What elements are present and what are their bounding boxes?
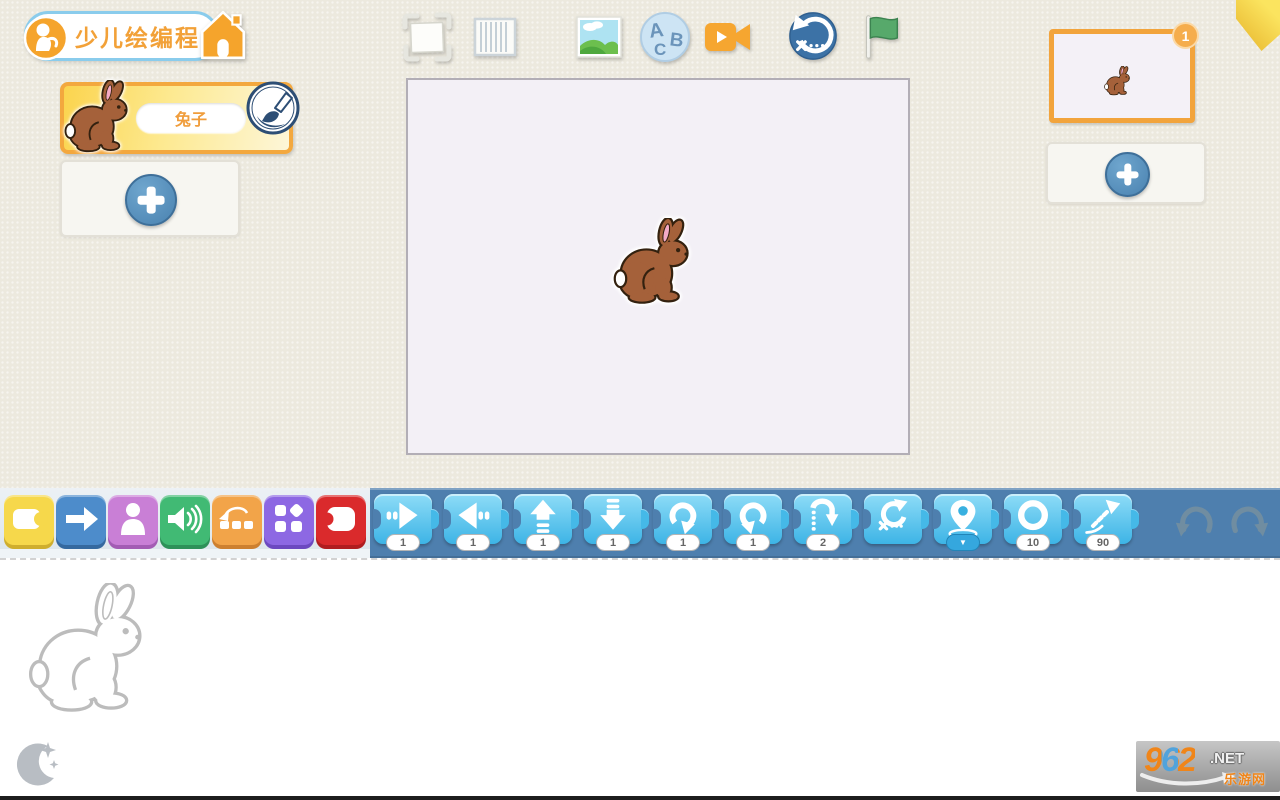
script-canvas[interactable] — [0, 558, 1280, 796]
block-value[interactable]: 1 — [596, 534, 630, 551]
turn-left-icon — [731, 497, 775, 537]
bottom-edge-bar — [0, 796, 1280, 800]
category-control-button[interactable] — [212, 495, 262, 545]
category-end-button[interactable] — [316, 495, 366, 545]
go-home-icon — [871, 497, 915, 537]
reset-characters-icon — [787, 10, 839, 62]
person-icon — [111, 497, 155, 541]
block-turn-right[interactable]: 1 — [654, 494, 712, 544]
category-trigger-button[interactable] — [4, 495, 54, 545]
category-looks-button[interactable] — [108, 495, 158, 545]
block-value[interactable]: 1 — [666, 534, 700, 551]
text-abc-icon: A C B — [638, 10, 692, 64]
block-go-to-position[interactable]: ▼ — [934, 494, 992, 544]
page-thumbnail[interactable] — [1049, 29, 1195, 123]
add-character-button[interactable] — [125, 174, 177, 226]
block-turn-left[interactable]: 1 — [724, 494, 782, 544]
trigger-block-icon — [7, 497, 51, 541]
svg-text:B: B — [668, 29, 684, 52]
add-page-panel — [1046, 142, 1206, 204]
fullscreen-icon — [400, 10, 454, 64]
stage-rabbit-sprite[interactable] — [613, 207, 701, 317]
character-name: 兔子 — [136, 103, 246, 133]
page-number-badge: 1 — [1172, 22, 1199, 49]
block-move-right[interactable]: 1 — [374, 494, 432, 544]
block-value[interactable]: 10 — [1016, 534, 1050, 551]
add-text-button[interactable]: A C B — [638, 10, 692, 64]
block-value[interactable]: 1 — [526, 534, 560, 551]
block-go-home[interactable] — [864, 494, 922, 544]
move-down-icon — [591, 497, 635, 537]
block-value[interactable]: 1 — [386, 534, 420, 551]
rabbit-outline-sketch — [28, 578, 160, 720]
circle-path-icon — [1011, 497, 1055, 537]
night-mode-button[interactable] — [10, 734, 66, 790]
block-value[interactable]: 90 — [1086, 534, 1120, 551]
mascot-icon — [23, 15, 69, 61]
fullscreen-button[interactable] — [400, 10, 454, 64]
add-page-button[interactable] — [1105, 152, 1150, 197]
category-motion-button[interactable] — [56, 495, 106, 545]
shapes-grid-icon — [267, 497, 311, 541]
redo-button[interactable] — [1228, 502, 1272, 540]
redo-icon — [1228, 502, 1272, 540]
move-up-icon — [521, 497, 565, 537]
block-toolbar: 1 1 1 1 — [0, 488, 1280, 558]
reset-characters-button[interactable] — [786, 10, 840, 64]
watermark-swoosh-icon — [1138, 769, 1238, 789]
moon-icon — [10, 734, 66, 790]
category-sound-button[interactable] — [160, 495, 210, 545]
paintbrush-icon — [245, 80, 301, 136]
block-hop[interactable]: 2 — [794, 494, 852, 544]
location-pin-icon — [941, 497, 985, 539]
grid-icon — [468, 10, 522, 64]
watermark-tld: .NET — [1210, 750, 1244, 767]
block-position-dropdown[interactable]: ▼ — [946, 534, 980, 551]
block-move-left[interactable]: 1 — [444, 494, 502, 544]
stage[interactable] — [406, 78, 910, 455]
loop-blocks-icon — [215, 497, 259, 541]
block-value[interactable]: 2 — [806, 534, 840, 551]
end-block-icon — [319, 497, 363, 541]
speaker-icon — [163, 497, 207, 541]
block-value[interactable]: 1 — [456, 534, 490, 551]
svg-text:C: C — [654, 40, 666, 59]
app-title: 少儿绘编程 — [75, 19, 200, 53]
undo-button[interactable] — [1172, 502, 1216, 540]
block-value[interactable]: 1 — [736, 534, 770, 551]
home-button[interactable] — [196, 8, 250, 62]
app-logo: 少儿绘编程 — [24, 11, 219, 61]
block-move-up[interactable]: 1 — [514, 494, 572, 544]
block-bounce-angle[interactable]: 90 — [1074, 494, 1132, 544]
category-shapes-button[interactable] — [264, 495, 314, 545]
start-flag-icon — [853, 10, 905, 62]
turn-right-icon — [661, 497, 705, 537]
app-screen: 少儿绘编程 兔子 — [0, 0, 1280, 800]
character-rabbit-image — [64, 78, 138, 156]
page-thumbnail-rabbit — [1104, 62, 1134, 100]
watermark: 962 .NET 乐游网 — [1136, 741, 1280, 792]
grid-button[interactable] — [468, 10, 522, 64]
bounce-arrow-icon — [1081, 497, 1125, 537]
move-left-icon — [451, 497, 495, 537]
paint-edit-button[interactable] — [245, 80, 301, 136]
undo-icon — [1172, 502, 1216, 540]
watermark-cn: 乐游网 — [1224, 769, 1266, 788]
record-button[interactable] — [700, 10, 754, 64]
home-icon — [196, 8, 250, 62]
character-card[interactable]: 兔子 — [60, 82, 293, 154]
move-right-icon — [381, 497, 425, 537]
add-character-panel — [60, 160, 240, 237]
record-video-icon — [700, 10, 754, 64]
change-background-button[interactable] — [572, 10, 626, 64]
background-icon — [572, 10, 626, 64]
block-move-circle[interactable]: 10 — [1004, 494, 1062, 544]
motion-arrow-icon — [59, 497, 103, 541]
hop-icon — [801, 497, 845, 537]
page-curl[interactable] — [1236, 0, 1280, 52]
start-flag-button[interactable] — [852, 10, 906, 64]
block-categories — [0, 488, 370, 558]
block-move-down[interactable]: 1 — [584, 494, 642, 544]
